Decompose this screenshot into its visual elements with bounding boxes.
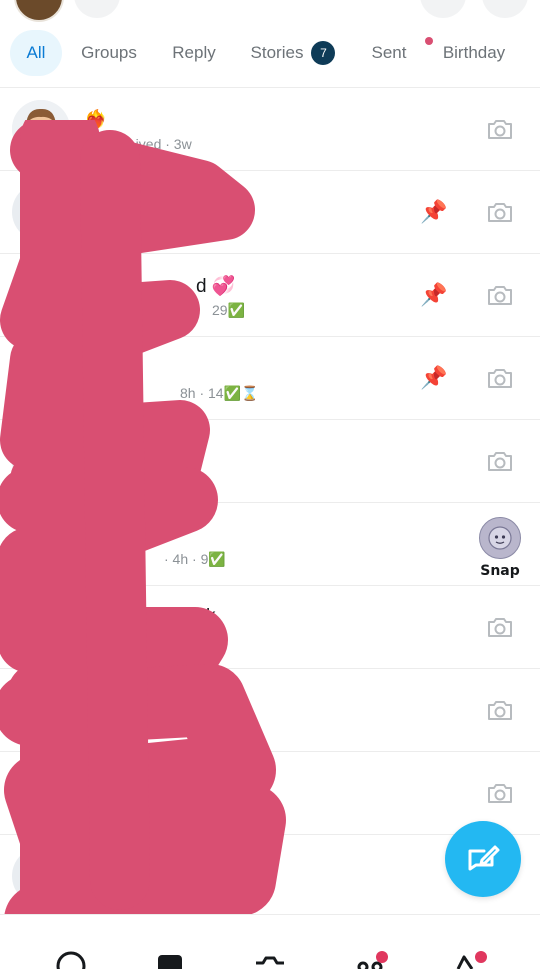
map-icon[interactable] xyxy=(54,949,88,969)
camera-icon[interactable] xyxy=(486,200,514,224)
status-emoji: 😊 xyxy=(12,387,30,406)
bottom-nav xyxy=(0,914,540,969)
snap-thumbnail-icon xyxy=(479,517,521,559)
new-chat-icon xyxy=(468,845,500,871)
spotlight-notification-dot xyxy=(475,951,487,963)
filter-tabs: All Groups Reply Stories 7 Sent Birthday xyxy=(0,30,540,78)
avatar xyxy=(12,598,70,656)
chat-status: 29✅ xyxy=(212,302,246,318)
tab-all[interactable]: All xyxy=(10,30,62,76)
avatar xyxy=(12,266,70,324)
camera-icon[interactable] xyxy=(486,698,514,722)
camera-nav-icon[interactable] xyxy=(253,949,287,969)
birthday-dot xyxy=(425,37,433,45)
chat-row[interactable]: 😙 ❤️‍🔥 Received · 3w xyxy=(0,87,540,171)
camera-icon[interactable] xyxy=(486,283,514,307)
pin-icon: 📌 xyxy=(420,199,448,224)
chat-status: · 4h · 9✅ xyxy=(164,551,226,567)
chat-row[interactable]: 😊 8h · 14✅⌛ 📌 xyxy=(0,336,540,420)
camera-icon[interactable] xyxy=(486,781,514,805)
tab-sent-label: Sent xyxy=(371,43,407,62)
tab-groups[interactable]: Groups xyxy=(76,30,142,76)
avatar xyxy=(12,847,70,905)
status-emoji: 😙 xyxy=(12,138,30,157)
chat-name: d 💞 xyxy=(196,276,236,297)
received-icon xyxy=(84,137,97,151)
tab-reply-label: Reply xyxy=(172,43,216,62)
chat-row[interactable] xyxy=(0,668,540,752)
new-chat-button[interactable] xyxy=(445,821,521,897)
snap-label: Snap xyxy=(480,563,520,579)
tab-birthday[interactable]: Birthday xyxy=(436,30,512,76)
avatar xyxy=(12,515,74,577)
stories-count-badge: 7 xyxy=(311,41,336,65)
chat-icon[interactable] xyxy=(153,949,187,969)
tab-birthday-label: Birthday xyxy=(442,43,506,62)
avatar xyxy=(12,681,70,739)
tab-stories[interactable]: Stories 7 xyxy=(246,30,340,76)
chat-name: k xyxy=(206,606,216,627)
chat-row[interactable] xyxy=(0,751,540,835)
pin-icon: 📌 xyxy=(420,282,448,307)
camera-icon[interactable] xyxy=(486,615,514,639)
search-button[interactable] xyxy=(74,0,120,18)
avatar xyxy=(12,183,70,241)
snap-button[interactable]: Snap xyxy=(476,517,524,579)
camera-icon[interactable] xyxy=(486,366,514,390)
tab-groups-label: Groups xyxy=(81,43,137,62)
header-bar xyxy=(0,0,540,22)
chat-status: Received · 3w xyxy=(84,136,192,152)
more-button[interactable] xyxy=(482,0,528,18)
chat-name: ❤️‍🔥 xyxy=(84,110,108,131)
chat-row[interactable]: k xyxy=(0,585,540,669)
chat-status-text: Received · 3w xyxy=(103,136,192,152)
status-emoji: 😊 xyxy=(12,470,30,489)
chat-status: 8h · 14✅⌛ xyxy=(180,385,259,401)
camera-icon[interactable] xyxy=(486,449,514,473)
profile-avatar[interactable] xyxy=(14,0,64,22)
chat-row[interactable]: d 💞 29✅ 📌 xyxy=(0,253,540,337)
tab-stories-label: Stories xyxy=(250,43,304,62)
stories-notification-dot xyxy=(376,951,388,963)
pin-icon: 📌 xyxy=(420,365,448,390)
add-friend-button[interactable] xyxy=(420,0,466,18)
chat-row[interactable]: · 4h · 9✅ Snap xyxy=(0,502,540,586)
avatar xyxy=(12,764,70,822)
tab-sent[interactable]: Sent xyxy=(366,30,412,76)
camera-icon[interactable] xyxy=(486,117,514,141)
chat-row[interactable]: 📌 xyxy=(0,170,540,254)
tab-reply[interactable]: Reply xyxy=(166,30,222,76)
chat-row[interactable]: 😊 xyxy=(0,419,540,503)
tab-all-label: All xyxy=(26,43,46,62)
